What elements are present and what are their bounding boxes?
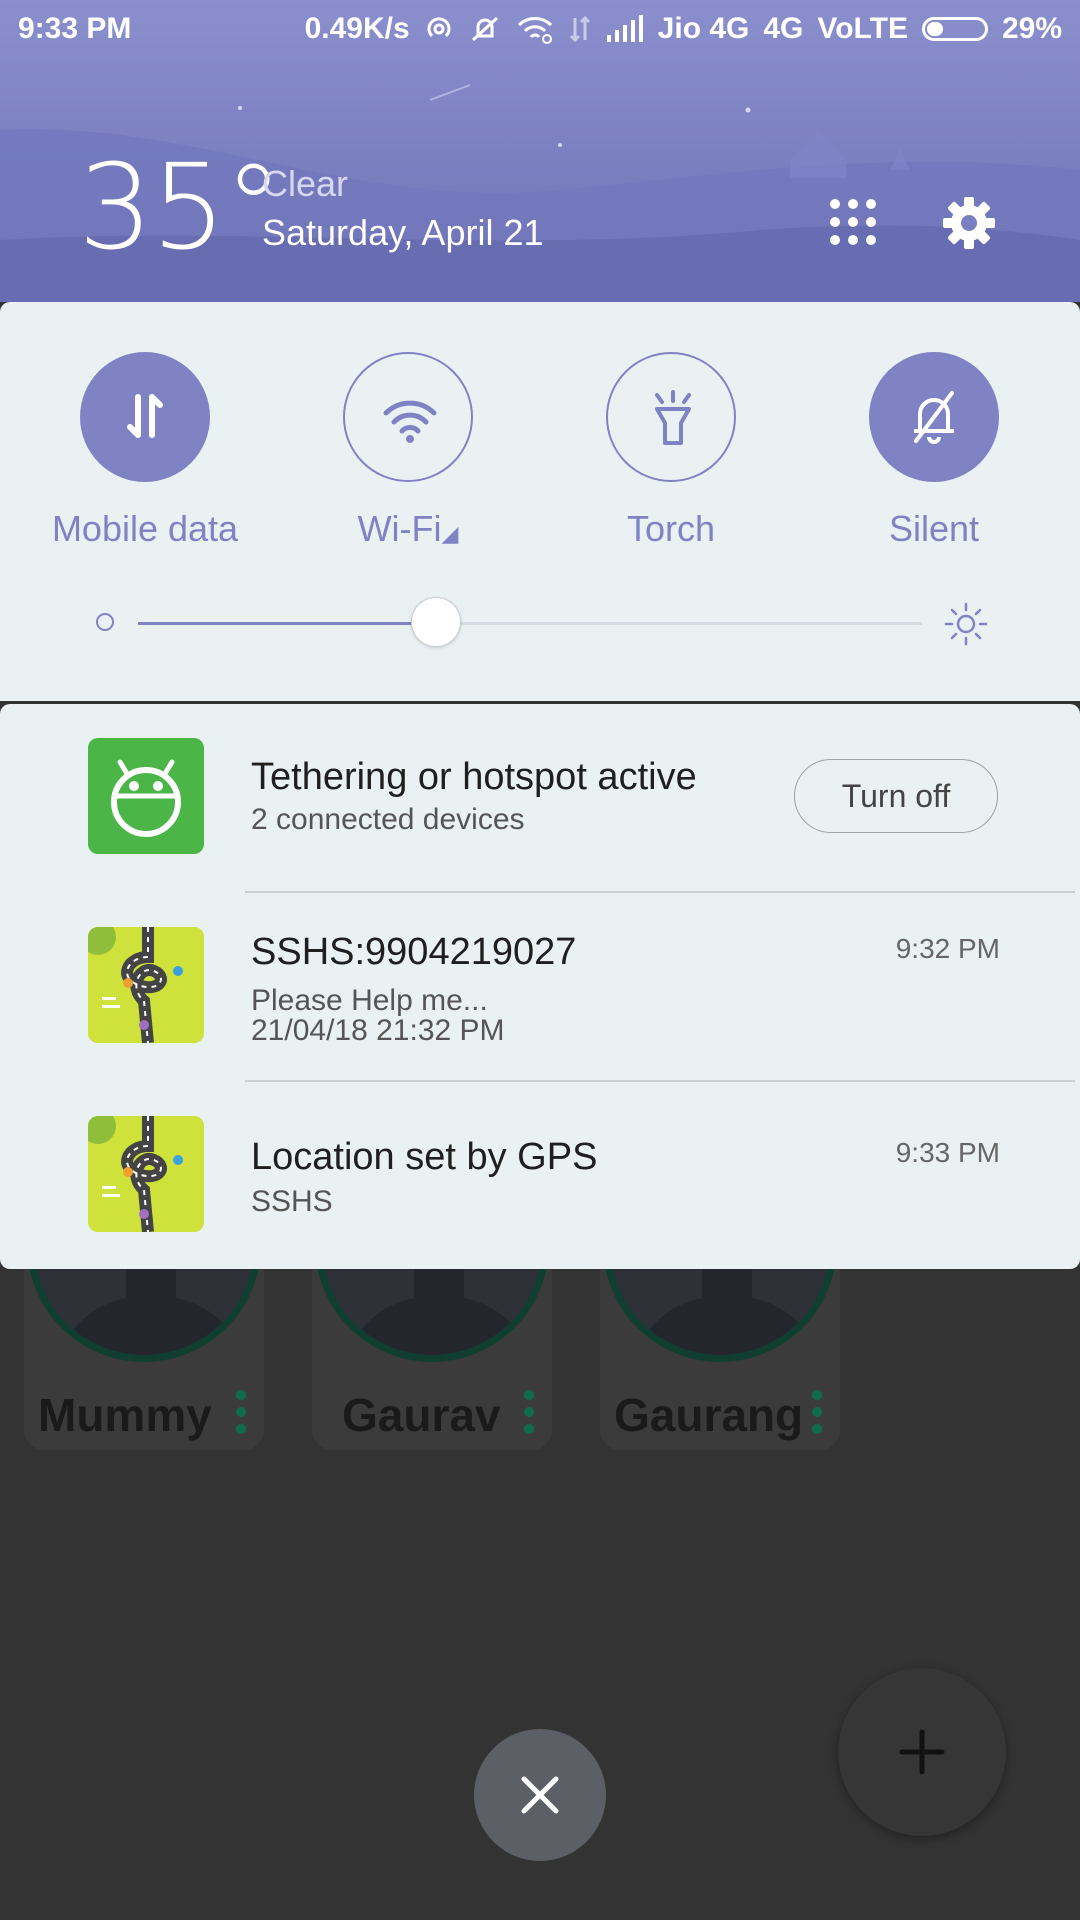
contact-name: Gaurang <box>614 1389 804 1441</box>
hotspot-icon <box>424 14 454 44</box>
contact-name: Mummy <box>38 1389 212 1441</box>
notification-title: Location set by GPS <box>251 1136 598 1178</box>
brightness-high-icon <box>944 602 988 646</box>
contact-card[interactable]: Gaurav <box>312 1240 552 1450</box>
notification-message-line: Please Help me... <box>251 984 488 1017</box>
network-type: 4G <box>763 12 804 45</box>
silent-label: Silent <box>888 508 980 549</box>
battery-icon <box>921 17 988 41</box>
quick-settings-panel: Mobile data Wi-Fi◢ Torch Silent <box>0 302 1080 701</box>
notification-title: SSHS:9904219027 <box>251 931 577 973</box>
brightness-low-icon <box>96 613 114 631</box>
sshs-app-icon <box>88 1116 204 1232</box>
more-vert-icon[interactable] <box>812 1390 822 1438</box>
silent-icon <box>914 391 954 444</box>
wifi-label-text: Wi-Fi <box>357 508 442 549</box>
add-contact-button[interactable] <box>838 1668 1006 1836</box>
data-transfer-icon <box>568 14 592 44</box>
notification-subtitle: SSHS <box>251 1185 333 1218</box>
notification-sshs-message[interactable]: SSHS:9904219027 Please Help me... 21/04/… <box>0 893 1080 1081</box>
wifi-toggle[interactable] <box>343 352 473 482</box>
notification-list: Tethering or hotspot active 2 connected … <box>0 704 1080 1269</box>
weather-temperature[interactable]: 35° <box>78 148 283 266</box>
notification-time: 9:33 PM <box>895 1137 1000 1168</box>
close-icon <box>521 1776 559 1814</box>
wifi-status-icon <box>516 14 554 44</box>
silent-toggle[interactable] <box>869 352 999 482</box>
clear-notifications-button[interactable] <box>474 1729 606 1861</box>
notification-header: 9:33 PM 0.49K/s Jio 4G 4G VoLTE 29% 35° … <box>0 0 1080 302</box>
notification-tethering[interactable]: Tethering or hotspot active 2 connected … <box>0 704 1080 894</box>
notification-title: Tethering or hotspot active <box>251 756 697 798</box>
carrier-name: Jio 4G <box>657 12 750 45</box>
mobile-data-icon <box>127 394 163 438</box>
notification-time: 9:32 PM <box>895 933 1000 964</box>
torch-toggle[interactable] <box>606 352 736 482</box>
weather-condition: Clear <box>262 163 349 204</box>
mobile-data-toggle[interactable] <box>80 352 210 482</box>
mobile-data-label: Mobile data <box>51 508 239 549</box>
status-icons: 0.49K/s Jio 4G 4G VoLTE 29% <box>305 12 1062 46</box>
plus-icon <box>899 1729 945 1775</box>
brightness-slider-thumb[interactable] <box>410 597 461 647</box>
status-bar: 9:33 PM 0.49K/s Jio 4G 4G VoLTE 29% <box>0 0 1080 60</box>
brightness-slider-track[interactable] <box>138 622 922 625</box>
status-time: 9:33 PM <box>18 12 132 45</box>
more-vert-icon[interactable] <box>524 1390 534 1438</box>
contact-card[interactable]: Gaurang <box>600 1240 840 1450</box>
brightness-slider-fill <box>138 622 436 625</box>
notification-location[interactable]: Location set by GPS SSHS 9:33 PM <box>0 1082 1080 1269</box>
gear-icon[interactable] <box>941 195 997 251</box>
battery-percent: 29% <box>1001 12 1062 45</box>
android-icon <box>88 738 204 854</box>
torch-label: Torch <box>626 508 716 549</box>
notification-message-line: 21/04/18 21:32 PM <box>251 1014 505 1047</box>
contact-name: Gaurav <box>342 1389 501 1441</box>
network-speed: 0.49K/s <box>304 12 410 45</box>
contact-card[interactable]: Mummy <box>24 1240 264 1450</box>
notification-subtitle: 2 connected devices <box>251 803 525 836</box>
wifi-label: Wi-Fi◢ <box>273 508 543 550</box>
signal-icon <box>606 15 644 43</box>
sshs-app-icon <box>88 927 204 1043</box>
volte-label: VoLTE <box>817 12 908 45</box>
more-vert-icon[interactable] <box>236 1390 246 1438</box>
turn-off-button[interactable]: Turn off <box>794 759 998 833</box>
vibrate-off-icon <box>468 14 502 44</box>
dropdown-triangle-icon[interactable]: ◢ <box>442 521 459 546</box>
wifi-icon <box>383 400 437 443</box>
torch-icon <box>655 390 691 445</box>
grid-menu-icon[interactable] <box>829 198 877 246</box>
weather-date: Saturday, April 21 <box>262 212 544 253</box>
